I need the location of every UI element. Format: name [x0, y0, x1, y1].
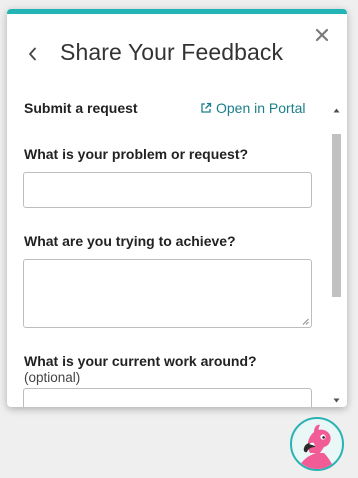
- workaround-textarea[interactable]: [23, 388, 312, 407]
- external-link-icon: [201, 102, 212, 113]
- scroll-down-button[interactable]: [331, 395, 342, 405]
- back-button[interactable]: [23, 43, 41, 65]
- close-button[interactable]: [311, 24, 333, 46]
- chevron-left-icon: [28, 47, 36, 61]
- flamingo-icon: [298, 424, 334, 469]
- feedback-launcher-button[interactable]: [290, 417, 344, 471]
- resize-grip-icon[interactable]: [302, 318, 309, 325]
- goal-textarea[interactable]: [23, 259, 312, 328]
- form-scroll-area[interactable]: Submit a request Open in Portal What is …: [7, 96, 347, 407]
- optional-note: (optional): [24, 370, 81, 385]
- accent-bar: [7, 9, 347, 14]
- scroll-up-button[interactable]: [331, 105, 342, 115]
- workaround-field-label: What is your current work around?: [24, 353, 257, 369]
- triangle-up-icon: [333, 108, 340, 112]
- scroll-thumb[interactable]: [332, 134, 341, 297]
- problem-field-label: What is your problem or request?: [24, 146, 249, 162]
- feedback-panel: Share Your Feedback Submit a request Ope…: [7, 9, 347, 407]
- open-in-portal-link[interactable]: Open in Portal: [200, 100, 306, 116]
- goal-field-label: What are you trying to achieve?: [24, 233, 236, 249]
- triangle-down-icon: [333, 398, 340, 402]
- open-in-portal-label: Open in Portal: [216, 100, 306, 116]
- section-label: Submit a request: [24, 100, 138, 116]
- close-icon: [315, 28, 329, 42]
- scrollbar[interactable]: [331, 105, 342, 405]
- problem-input[interactable]: [23, 172, 312, 208]
- page-title: Share Your Feedback: [60, 39, 284, 65]
